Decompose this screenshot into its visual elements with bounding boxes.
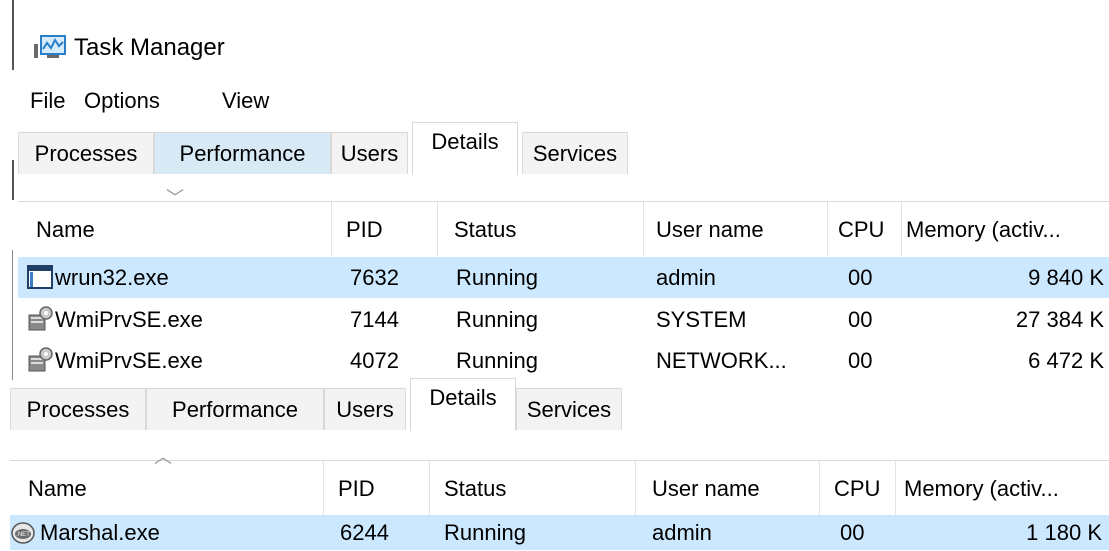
process-name: WmiPrvSE.exe	[55, 348, 203, 373]
column-user-name[interactable]: User name	[636, 461, 820, 515]
process-name: wrun32.exe	[55, 265, 169, 290]
dotnet-app-icon: .NET	[10, 520, 36, 546]
window-title: Task Manager	[74, 34, 225, 61]
column-cpu[interactable]: CPU	[828, 202, 902, 256]
sort-ascending-icon: ︿	[154, 447, 172, 467]
table-row[interactable]: WmiPrvSE.exe 4072 Running NETWORK... 00 …	[18, 340, 1109, 381]
tab-processes[interactable]: Processes	[18, 132, 154, 174]
process-memory: 1 180 K	[1026, 520, 1102, 545]
column-header-row: Name ﹀ PID Status User name CPU Memory (…	[18, 188, 1109, 256]
process-name: WmiPrvSE.exe	[55, 307, 203, 332]
process-cpu: 00	[848, 307, 873, 332]
process-status: Running	[444, 520, 526, 545]
sort-descending-icon: ﹀	[166, 188, 184, 208]
process-memory: 6 472 K	[1028, 348, 1104, 373]
process-memory: 27 384 K	[1015, 307, 1104, 332]
process-memory: 9 840 K	[1028, 265, 1104, 290]
tab-details[interactable]: Details	[412, 122, 518, 175]
tab-users[interactable]: Users	[324, 388, 406, 430]
process-pid: 6244	[340, 520, 389, 545]
menu-bar: File Options View	[0, 84, 600, 124]
column-name[interactable]: Name ︿	[10, 447, 324, 515]
column-name-label: Name	[28, 476, 87, 501]
process-user: SYSTEM	[656, 307, 747, 332]
column-header-row: Name ︿ PID Status User name CPU Memory (…	[10, 447, 1109, 515]
process-cpu: 00	[848, 348, 873, 373]
process-user: admin	[656, 265, 716, 290]
tab-services[interactable]: Services	[522, 132, 628, 174]
tab-services[interactable]: Services	[516, 388, 622, 430]
tab-bar: Processes Performance Users Details Serv…	[10, 378, 1109, 432]
window-edge	[12, 160, 14, 200]
process-user: NETWORK...	[656, 348, 787, 373]
window-edge	[12, 250, 13, 380]
column-memory[interactable]: Memory (activ...	[896, 461, 1109, 515]
tab-bar: Processes Performance Users Details Serv…	[18, 122, 1109, 176]
process-cpu: 00	[840, 520, 865, 545]
process-pid: 7632	[350, 265, 399, 290]
column-status[interactable]: Status	[430, 461, 636, 515]
column-pid[interactable]: PID	[324, 461, 430, 515]
process-name: Marshal.exe	[40, 520, 160, 545]
process-user: admin	[652, 520, 712, 545]
column-name[interactable]: Name ﹀	[18, 188, 332, 256]
menu-options[interactable]: Options	[84, 88, 160, 114]
column-user-name[interactable]: User name	[644, 202, 828, 256]
tab-details[interactable]: Details	[410, 378, 516, 431]
column-cpu[interactable]: CPU	[820, 461, 896, 515]
table-row[interactable]: wrun32.exe 7632 Running admin 00 9 840 K	[18, 257, 1109, 298]
task-manager-icon	[32, 34, 66, 60]
table-row[interactable]: WmiPrvSE.exe 7144 Running SYSTEM 00 27 3…	[18, 299, 1109, 340]
tab-performance[interactable]: Performance	[146, 388, 324, 430]
column-pid[interactable]: PID	[332, 202, 438, 256]
column-memory[interactable]: Memory (activ...	[902, 202, 1109, 256]
tab-processes[interactable]: Processes	[10, 388, 146, 430]
process-cpu: 00	[848, 265, 873, 290]
column-status[interactable]: Status	[438, 202, 644, 256]
process-status: Running	[456, 307, 538, 332]
wmi-service-icon	[27, 347, 53, 373]
table-row[interactable]: .NET Marshal.exe 6244 Running admin 00 1…	[10, 515, 1109, 550]
tab-users[interactable]: Users	[331, 132, 408, 174]
menu-file[interactable]: File	[30, 88, 65, 114]
menu-view[interactable]: View	[222, 88, 269, 114]
wmi-service-icon	[27, 306, 53, 332]
window-app-icon	[27, 264, 53, 290]
process-status: Running	[456, 265, 538, 290]
svg-text:.NET: .NET	[16, 532, 30, 538]
process-status: Running	[456, 348, 538, 373]
column-name-label: Name	[36, 217, 95, 242]
process-pid: 4072	[350, 348, 399, 373]
process-pid: 7144	[350, 307, 399, 332]
tab-performance[interactable]: Performance	[154, 132, 331, 174]
title-bar: Task Manager	[0, 18, 600, 74]
